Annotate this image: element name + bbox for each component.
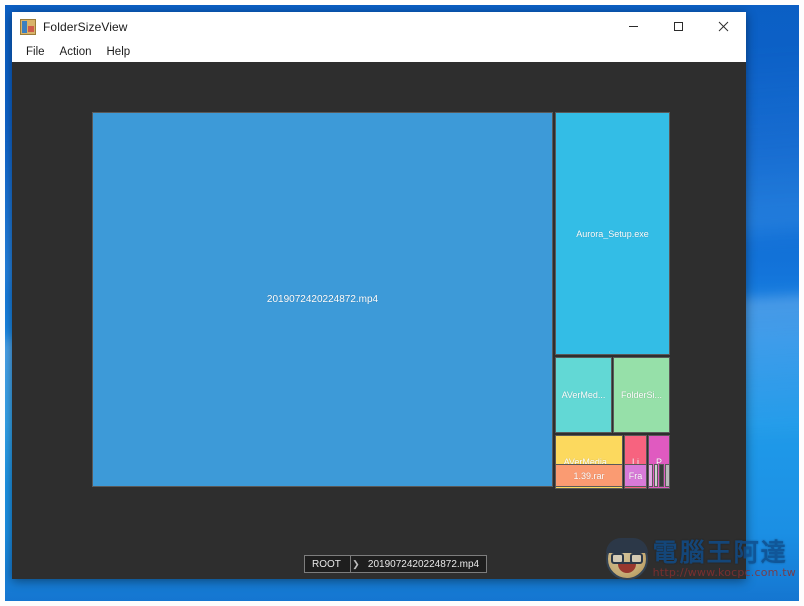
treemap-view[interactable]: 2019072420224872.mp4 Aurora_Setup.exe AVer… (92, 112, 670, 489)
treemap-node-rar[interactable]: 1.39.rar (555, 464, 623, 487)
treemap-node-fra[interactable]: Fra (624, 464, 647, 487)
title-bar[interactable]: FolderSizeView (12, 12, 746, 41)
treemap-node-avermed-label: AVerMed... (561, 390, 606, 400)
breadcrumb: ROOT ❯ 2019072420224872.mp4 (304, 555, 488, 573)
treemap-node-sliver-1[interactable] (648, 464, 653, 487)
breadcrumb-item-root[interactable]: ROOT (305, 556, 351, 572)
chevron-right-icon: ❯ (352, 558, 360, 569)
minimize-button[interactable] (611, 12, 656, 41)
menu-item-file[interactable]: File (19, 44, 52, 60)
treemap-node-foldersi[interactable]: FolderSi... (613, 357, 670, 433)
foldersizeview-window: FolderSizeView File Action Help 20190724… (12, 12, 746, 579)
treemap-node-aurora-label: Aurora_Setup.exe (576, 228, 649, 239)
client-area: 2019072420224872.mp4 Aurora_Setup.exe AVer… (12, 62, 746, 579)
treemap-node-fra-label: Fra (628, 470, 643, 481)
treemap-node-aurora[interactable]: Aurora_Setup.exe (555, 112, 670, 355)
treemap-node-mp4[interactable]: 2019072420224872.mp4 (92, 112, 553, 487)
treemap-node-foldersi-label: FolderSi... (620, 390, 662, 400)
breadcrumb-item-current[interactable]: 2019072420224872.mp4 (361, 556, 486, 572)
treemap-node-sliver-2[interactable] (654, 464, 658, 487)
treemap-node-rar-label: 1.39.rar (573, 470, 605, 481)
treemap-node-sliver-3[interactable] (659, 464, 664, 487)
menu-item-help[interactable]: Help (100, 44, 138, 60)
menu-bar: File Action Help (12, 41, 746, 63)
window-title: FolderSizeView (43, 19, 128, 34)
folder-size-icon (20, 18, 36, 35)
treemap-node-sliver-4[interactable] (665, 464, 670, 487)
menu-item-action[interactable]: Action (53, 44, 99, 60)
window-controls (611, 12, 746, 41)
maximize-button[interactable] (656, 12, 701, 41)
treemap-node-mp4-label: 2019072420224872.mp4 (266, 294, 379, 305)
close-button[interactable] (701, 12, 746, 41)
treemap-node-avermed[interactable]: AVerMed... (555, 357, 612, 433)
